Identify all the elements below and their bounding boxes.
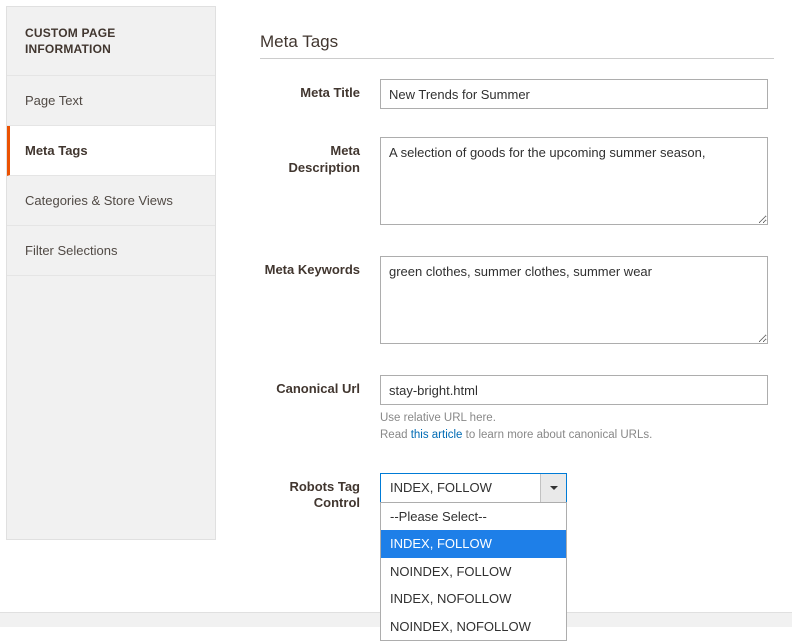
sidebar-item-filter-selections[interactable]: Filter Selections bbox=[7, 226, 215, 276]
label-meta-title: Meta Title bbox=[260, 79, 380, 109]
label-meta-keywords: Meta Keywords bbox=[260, 256, 380, 347]
sidebar-item-categories-store-views[interactable]: Categories & Store Views bbox=[7, 176, 215, 226]
hint-read: Read bbox=[380, 429, 411, 441]
label-canonical-url: Canonical Url bbox=[260, 375, 380, 445]
dropdown-option-index-follow[interactable]: INDEX, FOLLOW bbox=[381, 530, 566, 558]
label-robots-tag-control: Robots Tag Control bbox=[260, 473, 380, 513]
chevron-down-icon bbox=[540, 474, 566, 502]
select-robots-tag-control[interactable]: INDEX, FOLLOW bbox=[380, 473, 567, 503]
row-meta-title: Meta Title bbox=[260, 79, 774, 109]
row-meta-keywords: Meta Keywords green clothes, summer clot… bbox=[260, 256, 774, 347]
row-canonical-url: Canonical Url Use relative URL here. Rea… bbox=[260, 375, 774, 445]
hint-suffix: to learn more about canonical URLs. bbox=[462, 429, 652, 441]
section-title: Meta Tags bbox=[260, 32, 774, 59]
dropdown-option-noindex-nofollow[interactable]: NOINDEX, NOFOLLOW bbox=[381, 613, 566, 641]
row-robots-tag-control: Robots Tag Control INDEX, FOLLOW --Pleas… bbox=[260, 473, 774, 513]
hint-line-1: Use relative URL here. bbox=[380, 412, 496, 424]
textarea-meta-description[interactable]: A selection of goods for the upcoming su… bbox=[380, 137, 768, 225]
sidebar-item-label: Meta Tags bbox=[25, 143, 88, 158]
sidebar-item-meta-tags[interactable]: Meta Tags bbox=[7, 126, 215, 176]
sidebar: CUSTOM PAGE INFORMATION Page Text Meta T… bbox=[6, 6, 216, 540]
hint-link[interactable]: this article bbox=[411, 429, 463, 441]
sidebar-item-label: Page Text bbox=[25, 93, 83, 108]
row-meta-description: Meta Description A selection of goods fo… bbox=[260, 137, 774, 228]
input-canonical-url[interactable] bbox=[380, 375, 768, 405]
input-meta-title[interactable] bbox=[380, 79, 768, 109]
sidebar-item-label: Categories & Store Views bbox=[25, 193, 173, 208]
textarea-meta-keywords[interactable]: green clothes, summer clothes, summer we… bbox=[380, 256, 768, 344]
sidebar-item-label: Filter Selections bbox=[25, 243, 117, 258]
hint-canonical-url: Use relative URL here. Read this article… bbox=[380, 410, 774, 445]
dropdown-option-index-nofollow[interactable]: INDEX, NOFOLLOW bbox=[381, 585, 566, 613]
main-panel: Meta Tags Meta Title Meta Description A … bbox=[216, 6, 786, 540]
label-meta-description: Meta Description bbox=[260, 137, 380, 228]
dropdown-list: --Please Select-- INDEX, FOLLOW NOINDEX,… bbox=[380, 502, 567, 641]
sidebar-item-page-text[interactable]: Page Text bbox=[7, 76, 215, 126]
dropdown-value: INDEX, FOLLOW bbox=[381, 480, 540, 495]
sidebar-title: CUSTOM PAGE INFORMATION bbox=[7, 7, 215, 76]
dropdown-option-noindex-follow[interactable]: NOINDEX, FOLLOW bbox=[381, 558, 566, 586]
dropdown-option-please-select[interactable]: --Please Select-- bbox=[381, 503, 566, 531]
